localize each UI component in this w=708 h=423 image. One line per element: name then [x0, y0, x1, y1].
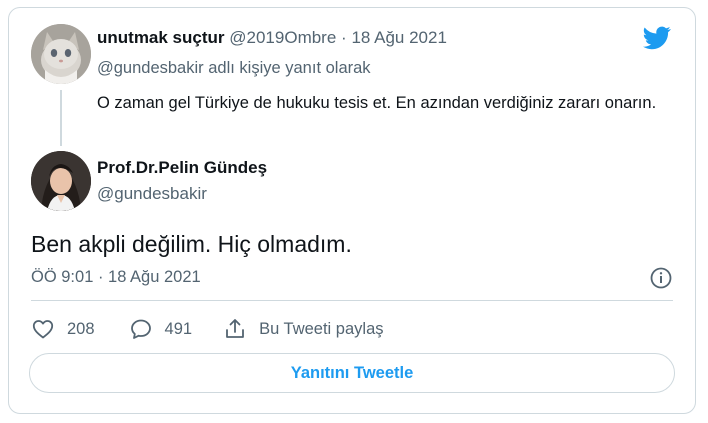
share-label: Bu Tweeti paylaş	[259, 319, 384, 338]
reply-text: O zaman gel Türkiye de hukuku tesis et. …	[97, 94, 657, 112]
like-button[interactable]: 208	[31, 317, 95, 341]
action-bar: 208 491 Bu Tweeti paylaş	[31, 315, 384, 343]
share-button[interactable]: Bu Tweeti paylaş	[223, 317, 384, 341]
tweet-card: unutmak suçtur @2019Ombre · 18 Ağu 2021 …	[8, 7, 696, 414]
tweet-text: Ben akpli değilim. Hiç olmadım.	[31, 231, 352, 257]
reply-separator: ·	[341, 28, 347, 47]
reply-author-handle[interactable]: @2019Ombre	[229, 28, 336, 47]
reply-author-name[interactable]: unutmak suçtur	[97, 28, 225, 47]
reply-to-label[interactable]: @gundesbakir adlı kişiye yanıt olarak	[97, 59, 371, 78]
divider	[31, 300, 673, 301]
reply-header: unutmak suçtur @2019Ombre · 18 Ağu 2021	[97, 28, 447, 48]
reply-button[interactable]: 491	[129, 317, 193, 341]
reply-date[interactable]: 18 Ağu 2021	[351, 28, 446, 47]
author-name[interactable]: Prof.Dr.Pelin Gündeş	[97, 158, 267, 178]
reply-icon	[130, 319, 151, 339]
thread-connector	[60, 90, 62, 146]
twitter-bird-icon[interactable]	[643, 26, 671, 50]
info-icon[interactable]	[649, 266, 673, 290]
share-icon	[226, 319, 244, 338]
author-handle[interactable]: @gundesbakir	[97, 184, 207, 204]
like-count: 208	[67, 319, 95, 338]
avatar-author[interactable]	[31, 151, 91, 211]
avatar-reply-author[interactable]	[31, 24, 91, 84]
heart-icon	[32, 320, 54, 339]
tweet-timestamp[interactable]: ÖÖ 9:01 · 18 Ağu 2021	[31, 268, 201, 287]
tweet-reply-button[interactable]: Yanıtını Tweetle	[29, 353, 675, 393]
reply-count: 491	[164, 319, 193, 338]
